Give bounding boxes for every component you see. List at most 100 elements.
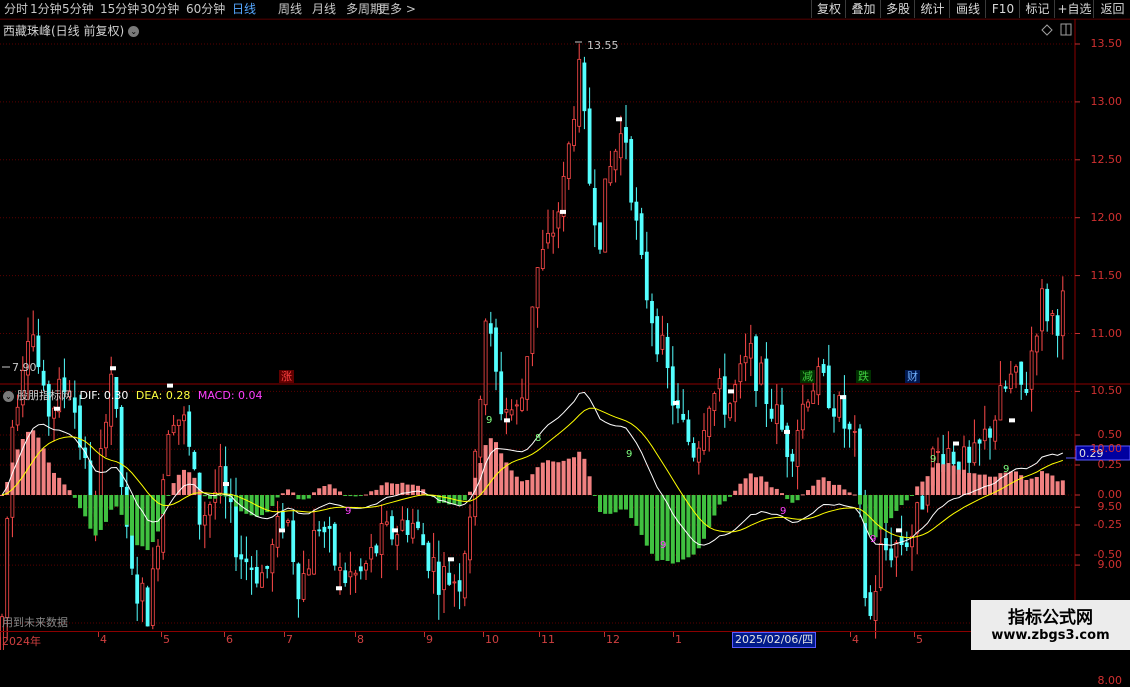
- candle-body: [104, 421, 108, 449]
- candle-body: [592, 187, 597, 226]
- candle-body: [1045, 288, 1050, 322]
- candle-body: [296, 563, 301, 600]
- macd-bar: [858, 495, 862, 505]
- signal-digit: 9: [870, 534, 876, 545]
- candle-body: [140, 582, 145, 602]
- candle-body: [769, 408, 774, 419]
- macd-bar: [592, 495, 597, 496]
- chart-title[interactable]: 西藏珠峰(日线 前复权) ⌄: [3, 22, 140, 39]
- macd-bar: [769, 487, 774, 495]
- date-label: 1: [675, 633, 682, 646]
- macd-bar: [119, 495, 124, 515]
- low-price-label: 7.90: [12, 361, 37, 374]
- event-tag[interactable]: 涨: [279, 370, 294, 383]
- signal-digit: 9: [626, 449, 632, 460]
- date-tick: [0, 632, 1, 637]
- candle-body: [644, 251, 649, 301]
- candle-body: [5, 518, 10, 618]
- macd-bar: [670, 495, 675, 564]
- diamond-icon[interactable]: [1041, 24, 1053, 36]
- candle-body: [764, 358, 769, 404]
- macd-bar: [296, 495, 301, 500]
- date-label: 5: [163, 633, 170, 646]
- price-tick-label: 12.50: [1090, 152, 1123, 166]
- candle-body: [780, 404, 784, 430]
- candle-body: [1040, 288, 1044, 332]
- macd-bar: [109, 495, 114, 510]
- marker-square: [504, 418, 510, 423]
- macd-bar: [0, 495, 4, 496]
- macd-bar: [312, 492, 316, 495]
- candle-body: [31, 334, 36, 348]
- indicator-menu-icon[interactable]: ⌄: [3, 390, 14, 402]
- macd-bar: [499, 453, 504, 495]
- macd-bar: [899, 495, 904, 506]
- candle-body: [421, 534, 426, 546]
- candle-body: [192, 451, 197, 470]
- candle-body: [904, 542, 909, 548]
- candle-body: [743, 356, 748, 364]
- candle-body: [915, 502, 920, 534]
- macd-bar: [842, 489, 847, 495]
- candle-body: [379, 523, 384, 555]
- candle-body: [816, 366, 821, 396]
- candle-body: [202, 515, 207, 526]
- date-tick: [284, 632, 285, 637]
- macd-bar: [889, 495, 894, 519]
- candle-body: [650, 301, 654, 324]
- candle-body: [577, 58, 582, 127]
- macd-bar: [270, 495, 275, 506]
- signal-digit: 9: [660, 540, 666, 551]
- stock-chart[interactable]: 99 9989999 13.55 7.90 0.29: [0, 0, 1130, 650]
- macd-bar: [98, 495, 103, 530]
- macd-bar: [821, 477, 826, 495]
- date-label: 4: [852, 633, 859, 646]
- macd-bar: [218, 495, 223, 496]
- candle-body: [733, 384, 738, 403]
- marker-square: [673, 400, 679, 405]
- macd-bar: [530, 474, 535, 495]
- chevron-down-icon[interactable]: ⌄: [128, 26, 140, 37]
- macd-bar: [816, 479, 821, 495]
- candle-body: [712, 393, 717, 412]
- event-tag[interactable]: 减: [800, 370, 815, 383]
- signal-digit: 8: [535, 433, 541, 444]
- macd-bar: [764, 481, 769, 495]
- candle-body: [842, 395, 847, 429]
- candle-body: [239, 554, 244, 560]
- indicator-name[interactable]: 股朋指标网: [17, 389, 72, 402]
- marker-square: [953, 441, 959, 446]
- macd-bar: [374, 489, 379, 495]
- indicator-tick-label: 0.25: [1097, 458, 1123, 471]
- candle-body: [702, 430, 706, 451]
- macd-bar: [920, 481, 925, 495]
- macd-bar: [551, 461, 556, 495]
- signal-digit: 9: [345, 506, 351, 517]
- event-tag[interactable]: 跌: [856, 370, 871, 383]
- candle-body: [1029, 350, 1034, 390]
- date-tick: [424, 632, 425, 637]
- macd-bar: [57, 477, 62, 495]
- macd-bar: [982, 474, 987, 495]
- macd-bar: [1045, 473, 1050, 495]
- candle-body: [312, 529, 316, 575]
- candle-body: [218, 466, 223, 494]
- macd-bar: [738, 483, 743, 495]
- macd-bar: [624, 495, 628, 510]
- macd-bar: [62, 484, 67, 495]
- macd-bar: [884, 495, 888, 523]
- macd-bar: [202, 495, 207, 497]
- macd-value: MACD: 0.04: [197, 389, 263, 402]
- price-tick-label: 11.50: [1090, 268, 1123, 282]
- candle-body: [670, 366, 675, 406]
- macd-bar: [936, 463, 940, 495]
- macd-bar: [561, 460, 566, 495]
- candle-body: [624, 127, 628, 143]
- candle-body: [504, 409, 509, 413]
- marker-square: [616, 117, 622, 122]
- candle-body: [728, 403, 732, 419]
- candle-body: [291, 520, 296, 563]
- event-tag[interactable]: 财: [905, 370, 920, 383]
- macd-bar: [790, 495, 795, 503]
- candle-body: [920, 495, 925, 510]
